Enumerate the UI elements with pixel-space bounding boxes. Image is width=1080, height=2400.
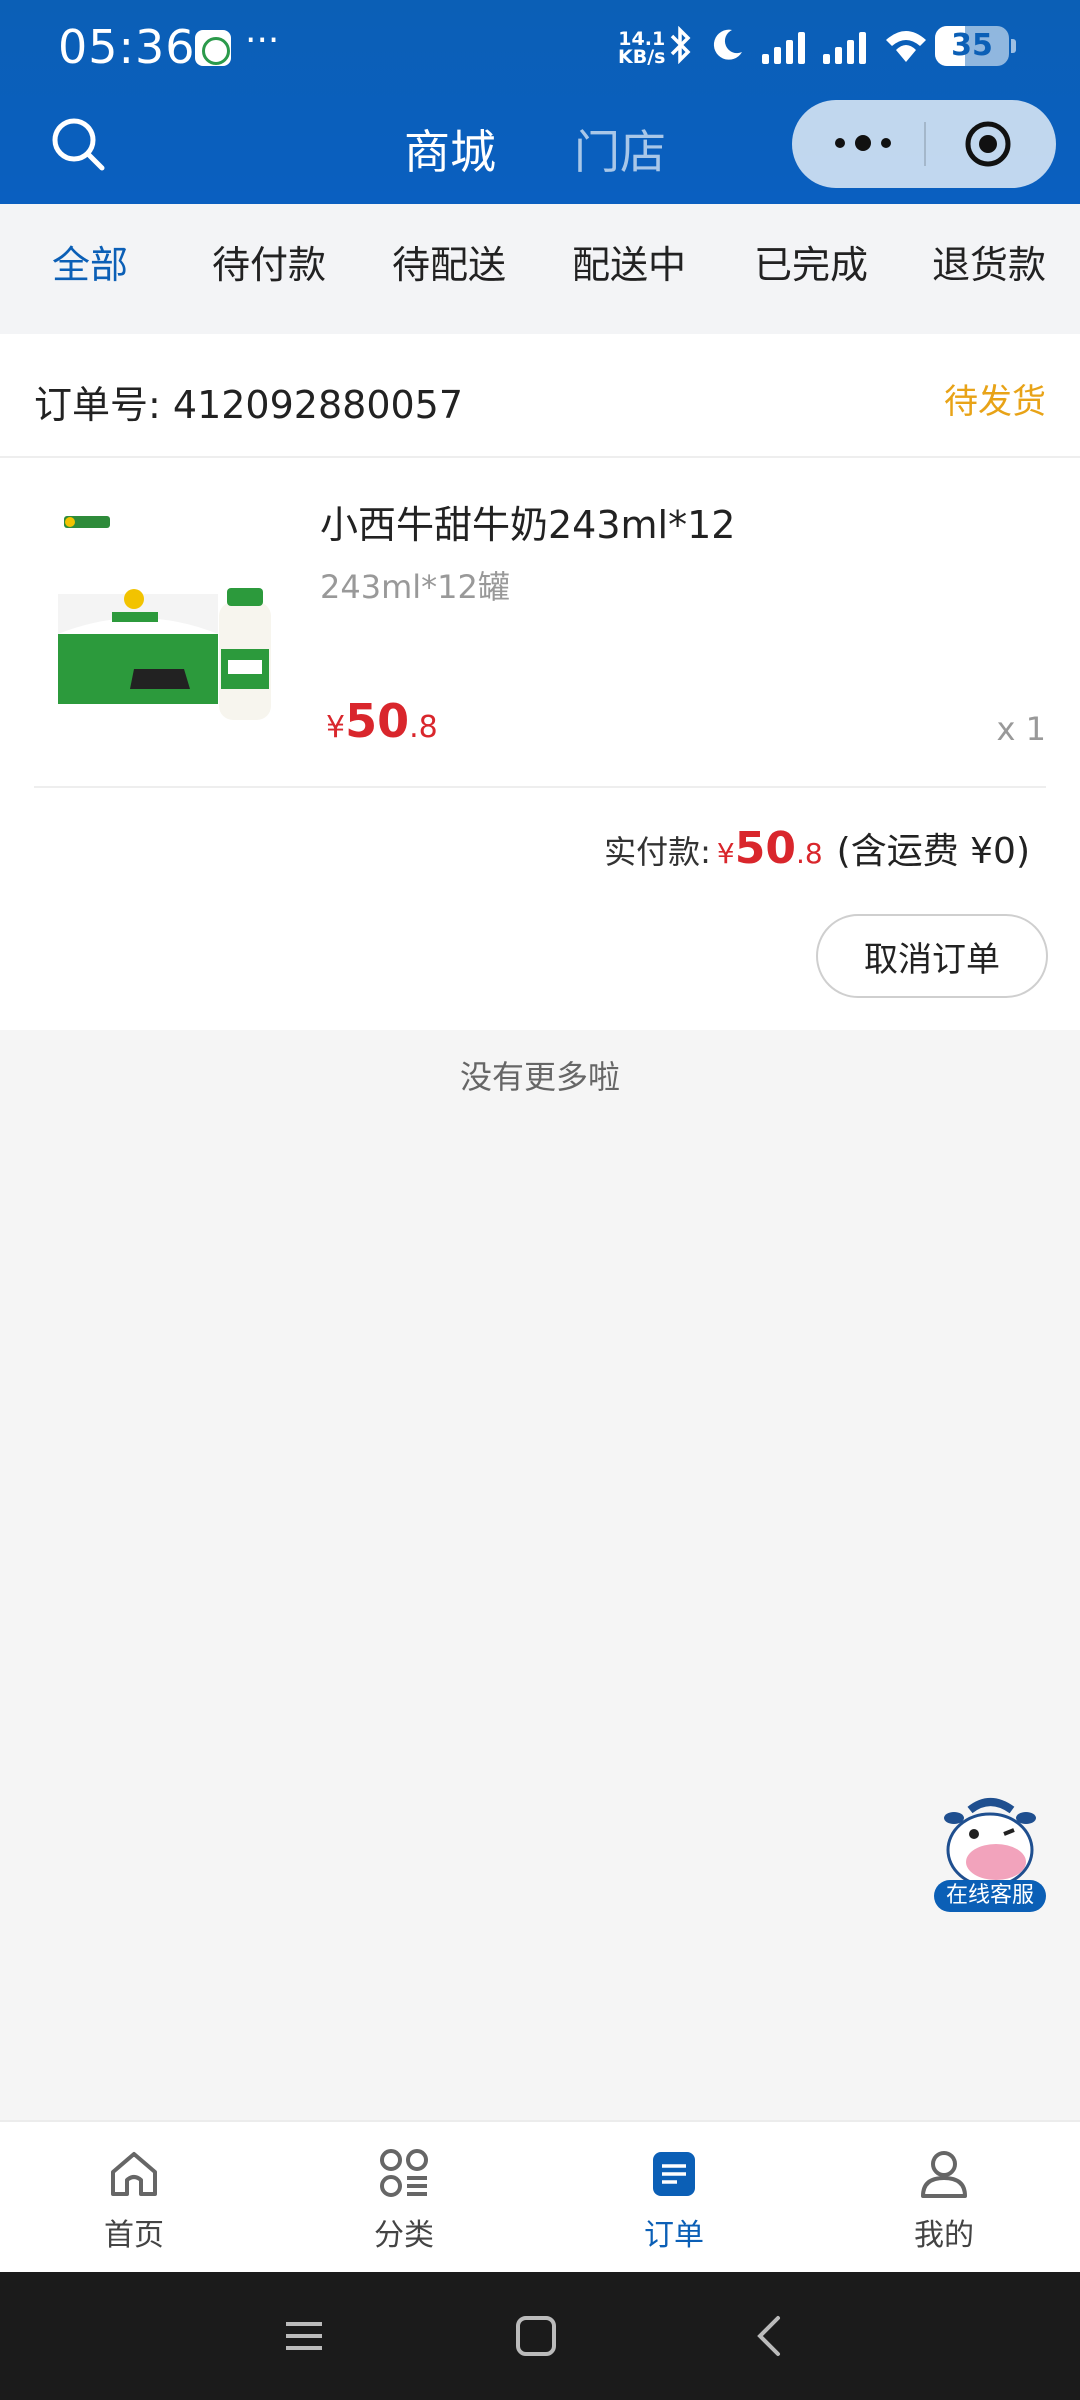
bottom-nav: 首页 分类 订单 我的 xyxy=(0,2120,1080,2272)
price-integer: 50 xyxy=(345,694,410,748)
filter-tab-all[interactable]: 全部 xyxy=(52,234,128,289)
product-image[interactable] xyxy=(34,484,294,744)
bluetooth-icon xyxy=(670,26,691,64)
battery-tip xyxy=(1011,39,1016,53)
signal-icon-2 xyxy=(823,28,866,64)
cow-mascot-icon xyxy=(944,1798,1036,1888)
more-options-icon[interactable] xyxy=(828,128,898,158)
top-nav: 商城 门店 xyxy=(0,96,1080,204)
product-name: 小西牛甜牛奶243ml*12 xyxy=(320,503,736,547)
divider xyxy=(0,456,1080,458)
total-currency: ¥ xyxy=(716,837,735,870)
product-quantity: x 1 xyxy=(996,710,1046,748)
order-filter-tabs: 全部 待付款 待配送 配送中 已完成 退货款 xyxy=(0,204,1080,334)
tab-mall[interactable]: 商城 xyxy=(404,116,496,182)
nav-home[interactable]: 首页 xyxy=(74,2146,194,2254)
network-speed: 14.1 KB/s xyxy=(618,30,666,68)
order-number: 订单号: 412092880057 xyxy=(34,374,463,429)
search-icon[interactable] xyxy=(50,116,106,172)
total-integer: 50 xyxy=(734,823,796,874)
battery-icon: 35 xyxy=(935,26,1009,66)
back-icon[interactable] xyxy=(746,2312,794,2360)
nav-profile[interactable]: 我的 xyxy=(884,2146,1004,2254)
status-bar: 05:36 ··· 14.1 KB/s 35 xyxy=(0,0,1080,96)
total-decimal: .8 xyxy=(795,837,823,870)
total-label: 实付款: xyxy=(604,833,711,871)
filter-tab-pending-payment[interactable]: 待付款 xyxy=(212,234,326,289)
product-spec: 243ml*12罐 xyxy=(320,568,510,606)
user-icon xyxy=(921,2151,967,2198)
moon-icon xyxy=(713,29,742,60)
more-notifications-indicator: ··· xyxy=(245,20,280,61)
price-currency: ¥ xyxy=(326,710,346,745)
nav-profile-label: 我的 xyxy=(914,2218,974,2253)
nav-orders[interactable]: 订单 xyxy=(614,2146,734,2254)
divider xyxy=(34,786,1046,788)
status-time: 05:36 xyxy=(58,20,196,74)
filter-tab-completed[interactable]: 已完成 xyxy=(754,234,868,289)
cancel-order-button[interactable]: 取消订单 xyxy=(816,914,1048,998)
menu-icon[interactable] xyxy=(280,2312,328,2360)
battery-level: 35 xyxy=(951,28,993,63)
filter-tab-refund[interactable]: 退货款 xyxy=(932,234,1046,289)
nav-category[interactable]: 分类 xyxy=(344,2146,464,2254)
category-icon xyxy=(380,2149,428,2197)
app-header: 05:36 ··· 14.1 KB/s 35 商城 门店 xyxy=(0,0,1080,204)
filter-tab-pending-delivery[interactable]: 待配送 xyxy=(392,234,506,289)
filter-tab-delivering[interactable]: 配送中 xyxy=(572,234,686,289)
nav-orders-label: 订单 xyxy=(644,2218,704,2253)
nav-home-label: 首页 xyxy=(104,2218,164,2253)
order-number-value: 412092880057 xyxy=(172,383,464,427)
tab-store[interactable]: 门店 xyxy=(574,116,666,182)
list-end-text: 没有更多啦 xyxy=(459,1058,620,1096)
order-icon xyxy=(653,2152,695,2196)
order-total: 实付款: ¥50.8 (含运费 ¥0) xyxy=(604,822,1030,874)
signal-icon-1 xyxy=(762,28,805,64)
status-icons xyxy=(668,26,928,64)
price-decimal: .8 xyxy=(409,710,438,745)
online-service-label: 在线客服 xyxy=(934,1880,1046,1912)
close-mini-program-icon[interactable] xyxy=(964,120,1012,168)
home-icon xyxy=(111,2152,157,2196)
shipping-fee: (含运费 ¥0) xyxy=(836,831,1030,872)
app-notification-icon xyxy=(195,30,231,66)
home-button-icon[interactable] xyxy=(512,2312,560,2360)
mini-program-capsule xyxy=(792,100,1056,188)
wifi-icon xyxy=(886,31,926,62)
product-price: ¥50.8 xyxy=(326,694,438,748)
network-speed-unit: KB/s xyxy=(618,46,666,68)
system-navigation-bar xyxy=(0,2272,1080,2400)
order-card[interactable]: 订单号: 412092880057 待发货 小西牛甜牛奶243ml*12 243… xyxy=(0,334,1080,1030)
nav-category-label: 分类 xyxy=(374,2218,434,2253)
order-status-badge: 待发货 xyxy=(944,382,1046,422)
online-service-button[interactable]: 在线客服 xyxy=(934,1790,1046,1912)
order-number-label: 订单号: xyxy=(34,383,161,427)
